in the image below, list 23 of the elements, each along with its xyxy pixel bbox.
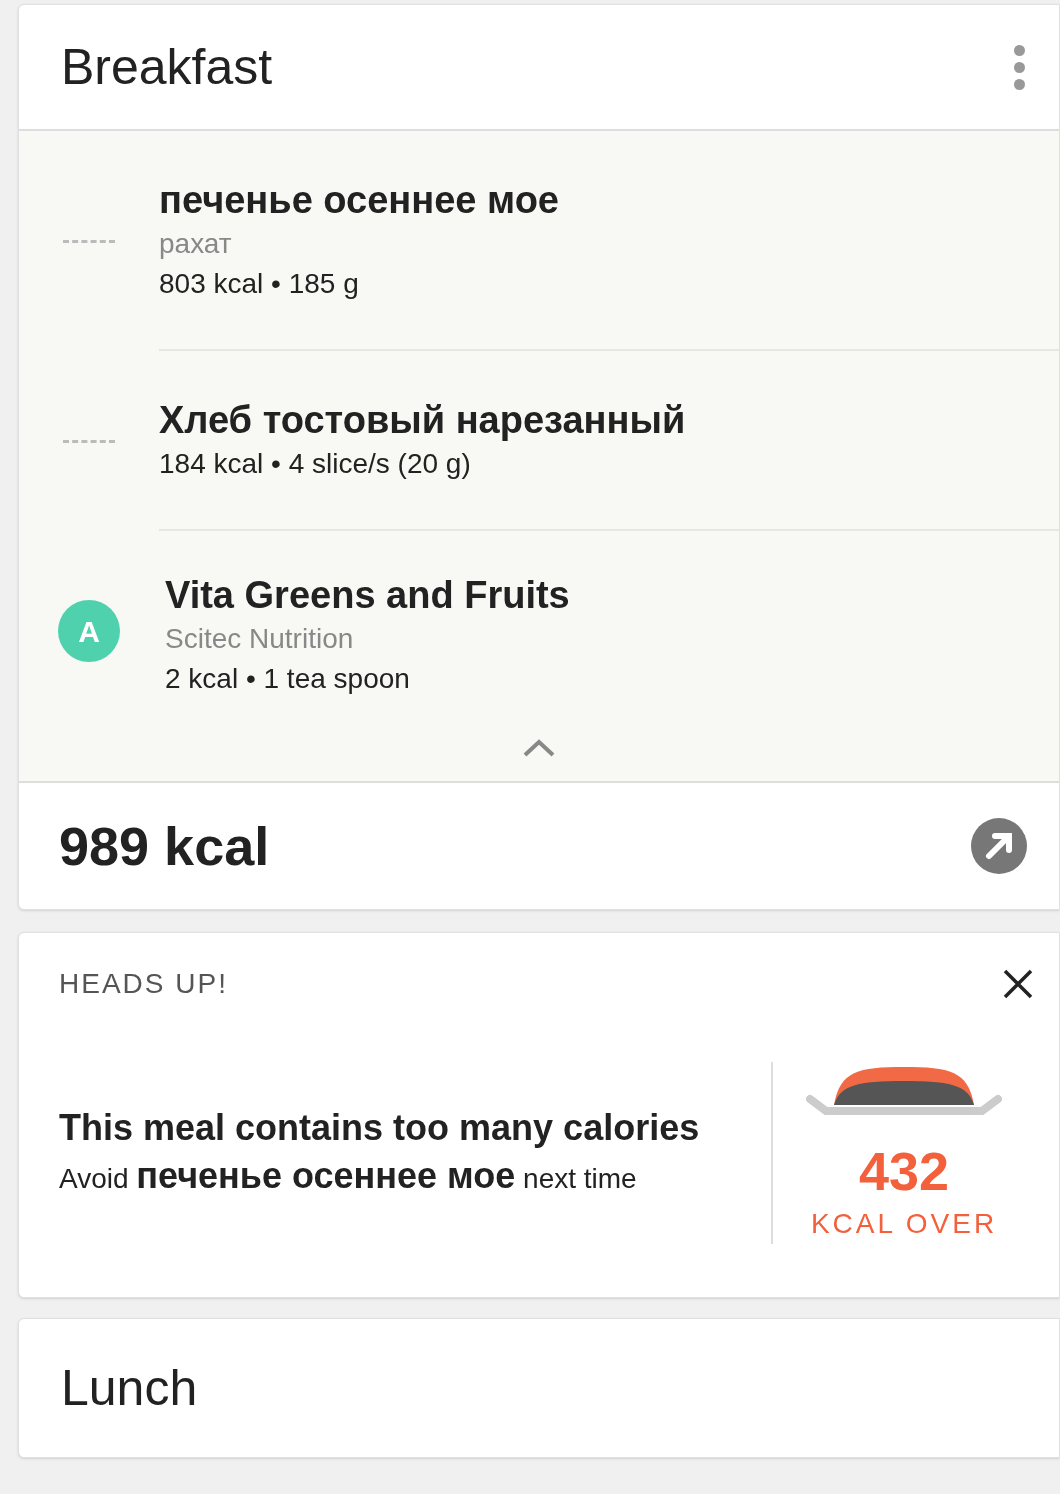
calories-over-value: 432 (858, 1140, 950, 1203)
food-brand: рахат (159, 227, 233, 261)
food-detail: 184 kcal • 4 slice/s (20 g) (159, 447, 472, 481)
food-name[interactable]: печенье осеннее мое (159, 176, 1059, 224)
meal-title: Lunch (61, 1360, 198, 1416)
more-icon[interactable] (1014, 44, 1025, 90)
alert-headline: This meal contains too many calories (59, 1105, 701, 1150)
close-icon[interactable] (1003, 969, 1033, 999)
food-name[interactable]: Vita Greens and Fruits (165, 571, 1059, 619)
placeholder-dashes-icon (63, 439, 115, 443)
placeholder-dashes-icon (63, 239, 115, 243)
total-calories: 989 kcal (59, 814, 270, 878)
food-detail: 2 kcal • 1 tea spoon (165, 662, 411, 696)
alert-title: HEADS UP! (59, 967, 228, 1001)
calories-over-label: KCAL OVER (810, 1207, 998, 1241)
food-name[interactable]: Хлеб тостовый нарезанный (159, 396, 1059, 444)
chevron-icon[interactable] (522, 737, 556, 759)
arrow-up-right-icon[interactable] (971, 818, 1027, 874)
alert-message: Avoid печенье осеннее мое next time (59, 1153, 638, 1198)
food-detail: 803 kcal • 185 g (159, 267, 360, 301)
food-brand: Scitec Nutrition (165, 622, 355, 656)
meal-title: Breakfast (61, 37, 273, 97)
avatar-badge: A (58, 600, 120, 662)
